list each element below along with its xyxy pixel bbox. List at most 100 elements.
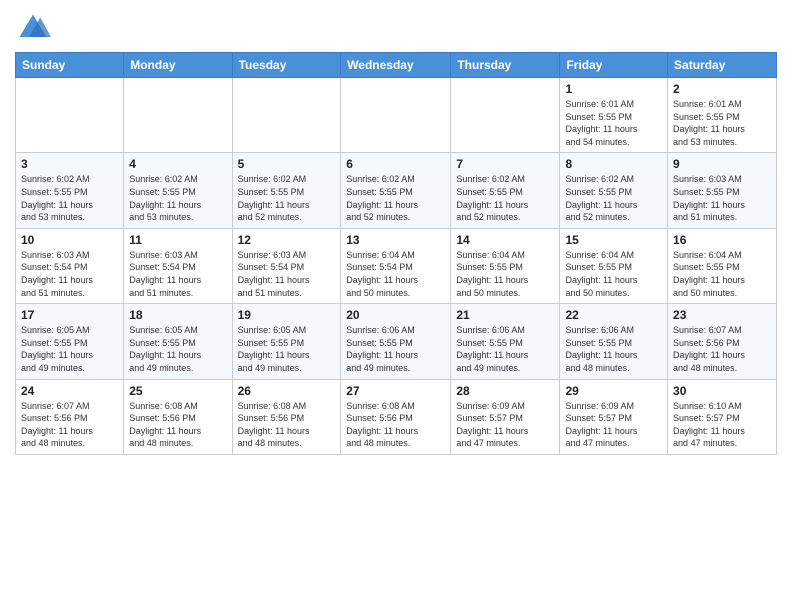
calendar-day-header: Thursday — [451, 53, 560, 78]
calendar-cell — [16, 78, 124, 153]
day-number: 20 — [346, 308, 445, 322]
calendar-cell: 11 Sunrise: 6:03 AM Sunset: 5:54 PM Dayli… — [124, 228, 232, 303]
calendar-week-row: 17 Sunrise: 6:05 AM Sunset: 5:55 PM Dayli… — [16, 304, 777, 379]
calendar: SundayMondayTuesdayWednesdayThursdayFrid… — [15, 52, 777, 455]
calendar-cell: 26 Sunrise: 6:08 AM Sunset: 5:56 PM Dayli… — [232, 379, 341, 454]
day-info: Sunrise: 6:10 AM Sunset: 5:57 PM Dayligh… — [673, 400, 771, 450]
day-info: Sunrise: 6:03 AM Sunset: 5:55 PM Dayligh… — [673, 173, 771, 223]
day-number: 18 — [129, 308, 226, 322]
day-info: Sunrise: 6:06 AM Sunset: 5:55 PM Dayligh… — [346, 324, 445, 374]
day-number: 28 — [456, 384, 554, 398]
day-number: 13 — [346, 233, 445, 247]
calendar-cell: 6 Sunrise: 6:02 AM Sunset: 5:55 PM Daylig… — [341, 153, 451, 228]
calendar-day-header: Saturday — [668, 53, 777, 78]
day-info: Sunrise: 6:06 AM Sunset: 5:55 PM Dayligh… — [456, 324, 554, 374]
day-number: 11 — [129, 233, 226, 247]
calendar-cell: 4 Sunrise: 6:02 AM Sunset: 5:55 PM Daylig… — [124, 153, 232, 228]
day-number: 4 — [129, 157, 226, 171]
calendar-cell: 30 Sunrise: 6:10 AM Sunset: 5:57 PM Dayli… — [668, 379, 777, 454]
calendar-cell: 17 Sunrise: 6:05 AM Sunset: 5:55 PM Dayli… — [16, 304, 124, 379]
day-info: Sunrise: 6:02 AM Sunset: 5:55 PM Dayligh… — [238, 173, 336, 223]
calendar-cell — [451, 78, 560, 153]
day-info: Sunrise: 6:03 AM Sunset: 5:54 PM Dayligh… — [129, 249, 226, 299]
header — [15, 10, 777, 46]
day-info: Sunrise: 6:08 AM Sunset: 5:56 PM Dayligh… — [129, 400, 226, 450]
day-number: 24 — [21, 384, 118, 398]
calendar-day-header: Tuesday — [232, 53, 341, 78]
day-number: 1 — [565, 82, 662, 96]
day-info: Sunrise: 6:08 AM Sunset: 5:56 PM Dayligh… — [346, 400, 445, 450]
day-info: Sunrise: 6:02 AM Sunset: 5:55 PM Dayligh… — [21, 173, 118, 223]
day-number: 5 — [238, 157, 336, 171]
logo-icon — [15, 10, 51, 46]
calendar-cell: 7 Sunrise: 6:02 AM Sunset: 5:55 PM Daylig… — [451, 153, 560, 228]
day-info: Sunrise: 6:02 AM Sunset: 5:55 PM Dayligh… — [565, 173, 662, 223]
day-number: 21 — [456, 308, 554, 322]
calendar-cell: 2 Sunrise: 6:01 AM Sunset: 5:55 PM Daylig… — [668, 78, 777, 153]
day-number: 8 — [565, 157, 662, 171]
day-info: Sunrise: 6:07 AM Sunset: 5:56 PM Dayligh… — [673, 324, 771, 374]
calendar-cell: 18 Sunrise: 6:05 AM Sunset: 5:55 PM Dayli… — [124, 304, 232, 379]
day-number: 3 — [21, 157, 118, 171]
calendar-cell: 29 Sunrise: 6:09 AM Sunset: 5:57 PM Dayli… — [560, 379, 668, 454]
day-number: 12 — [238, 233, 336, 247]
calendar-cell — [232, 78, 341, 153]
calendar-cell — [124, 78, 232, 153]
day-number: 17 — [21, 308, 118, 322]
calendar-cell: 10Sunrise: 6:03 AM Sunset: 5:54 PM Dayli… — [16, 228, 124, 303]
day-number: 9 — [673, 157, 771, 171]
day-number: 30 — [673, 384, 771, 398]
calendar-cell — [341, 78, 451, 153]
day-number: 10 — [21, 233, 118, 247]
day-number: 26 — [238, 384, 336, 398]
calendar-week-row: 10 Sunrise: 6:03 AM Sunset: 5:54 PM Dayli… — [16, 228, 777, 303]
day-number: 7 — [456, 157, 554, 171]
day-info: Sunrise: 6:05 AM Sunset: 5:55 PM Dayligh… — [238, 324, 336, 374]
calendar-cell: 9 Sunrise: 6:03 AM Sunset: 5:55 PM Daylig… — [668, 153, 777, 228]
day-info: Sunrise: 6:02 AM Sunset: 5:55 PM Dayligh… — [129, 173, 226, 223]
day-info: Sunrise: 6:05 AM Sunset: 5:55 PM Dayligh… — [21, 324, 118, 374]
day-info: Sunrise: 6:03 AM Sunset: 5:54 PM Dayligh… — [238, 249, 336, 299]
calendar-cell: 23Sunrise: 6:07 AM Sunset: 5:56 PM Dayli… — [668, 304, 777, 379]
calendar-cell: 28 Sunrise: 6:09 AM Sunset: 5:57 PM Dayli… — [451, 379, 560, 454]
calendar-cell: 1 Sunrise: 6:01 AM Sunset: 5:55 PM Daylig… — [560, 78, 668, 153]
calendar-week-row: 1 Sunrise: 6:01 AM Sunset: 5:55 PM Daylig… — [16, 78, 777, 153]
calendar-cell: 25 Sunrise: 6:08 AM Sunset: 5:56 PM Dayli… — [124, 379, 232, 454]
day-info: Sunrise: 6:04 AM Sunset: 5:54 PM Dayligh… — [346, 249, 445, 299]
day-number: 6 — [346, 157, 445, 171]
day-number: 14 — [456, 233, 554, 247]
calendar-cell: 24Sunrise: 6:07 AM Sunset: 5:56 PM Dayli… — [16, 379, 124, 454]
calendar-day-header: Sunday — [16, 53, 124, 78]
day-number: 29 — [565, 384, 662, 398]
day-info: Sunrise: 6:05 AM Sunset: 5:55 PM Dayligh… — [129, 324, 226, 374]
page: SundayMondayTuesdayWednesdayThursdayFrid… — [0, 0, 792, 465]
day-info: Sunrise: 6:09 AM Sunset: 5:57 PM Dayligh… — [565, 400, 662, 450]
day-info: Sunrise: 6:04 AM Sunset: 5:55 PM Dayligh… — [565, 249, 662, 299]
calendar-day-header: Wednesday — [341, 53, 451, 78]
day-info: Sunrise: 6:01 AM Sunset: 5:55 PM Dayligh… — [565, 98, 662, 148]
calendar-day-header: Monday — [124, 53, 232, 78]
day-info: Sunrise: 6:02 AM Sunset: 5:55 PM Dayligh… — [456, 173, 554, 223]
day-info: Sunrise: 6:08 AM Sunset: 5:56 PM Dayligh… — [238, 400, 336, 450]
calendar-header-row: SundayMondayTuesdayWednesdayThursdayFrid… — [16, 53, 777, 78]
calendar-day-header: Friday — [560, 53, 668, 78]
day-number: 22 — [565, 308, 662, 322]
calendar-cell: 21 Sunrise: 6:06 AM Sunset: 5:55 PM Dayli… — [451, 304, 560, 379]
calendar-cell: 15 Sunrise: 6:04 AM Sunset: 5:55 PM Dayli… — [560, 228, 668, 303]
day-number: 15 — [565, 233, 662, 247]
day-number: 25 — [129, 384, 226, 398]
day-number: 2 — [673, 82, 771, 96]
calendar-cell: 3 Sunrise: 6:02 AM Sunset: 5:55 PM Daylig… — [16, 153, 124, 228]
day-info: Sunrise: 6:04 AM Sunset: 5:55 PM Dayligh… — [673, 249, 771, 299]
day-info: Sunrise: 6:04 AM Sunset: 5:55 PM Dayligh… — [456, 249, 554, 299]
calendar-cell: 5 Sunrise: 6:02 AM Sunset: 5:55 PM Daylig… — [232, 153, 341, 228]
calendar-cell: 8 Sunrise: 6:02 AM Sunset: 5:55 PM Daylig… — [560, 153, 668, 228]
day-info: Sunrise: 6:09 AM Sunset: 5:57 PM Dayligh… — [456, 400, 554, 450]
day-info: Sunrise: 6:01 AM Sunset: 5:55 PM Dayligh… — [673, 98, 771, 148]
day-info: Sunrise: 6:02 AM Sunset: 5:55 PM Dayligh… — [346, 173, 445, 223]
calendar-cell: 19 Sunrise: 6:05 AM Sunset: 5:55 PM Dayli… — [232, 304, 341, 379]
day-number: 27 — [346, 384, 445, 398]
day-number: 19 — [238, 308, 336, 322]
day-number: 16 — [673, 233, 771, 247]
calendar-cell: 16 Sunrise: 6:04 AM Sunset: 5:55 PM Dayli… — [668, 228, 777, 303]
